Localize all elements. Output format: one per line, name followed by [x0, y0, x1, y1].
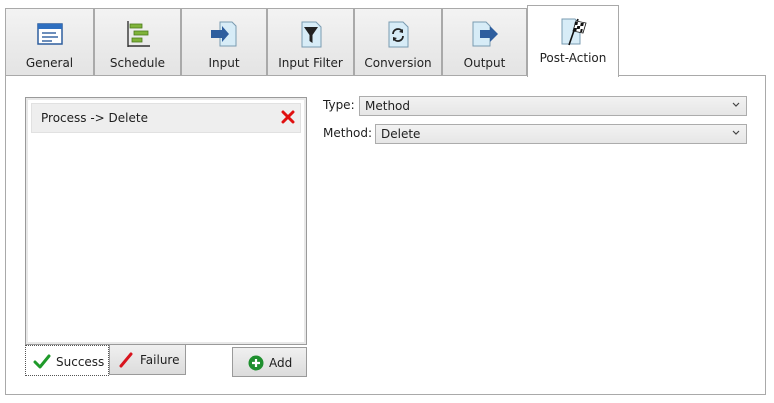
tab-label: Conversion [364, 56, 432, 70]
tab-label: Output [463, 56, 506, 70]
type-label: Type: [323, 98, 355, 112]
success-button[interactable]: Success [25, 345, 109, 376]
type-dropdown[interactable]: Method [359, 96, 747, 116]
success-label: Success [56, 355, 105, 369]
failure-button[interactable]: Failure [109, 344, 186, 375]
method-dropdown[interactable]: Delete [375, 124, 747, 144]
post-action-list[interactable]: Process -> Delete [25, 97, 307, 345]
tab-label: General [25, 56, 74, 70]
tab-label: Schedule [109, 56, 166, 70]
conversion-refresh-icon [388, 21, 409, 48]
type-value: Method [365, 99, 411, 113]
checkered-flag-icon [561, 18, 587, 46]
tab-post-action[interactable]: Post-Action [527, 5, 619, 77]
list-item[interactable]: Process -> Delete [31, 103, 301, 133]
general-window-icon [36, 23, 63, 45]
filter-funnel-icon [301, 21, 321, 48]
add-button[interactable]: Add [232, 347, 307, 377]
plus-circle-icon [248, 355, 264, 371]
tab-conversion[interactable]: Conversion [354, 8, 442, 77]
list-item-label: Process -> Delete [41, 111, 148, 125]
failure-label: Failure [140, 353, 180, 367]
tab-general[interactable]: General [5, 8, 94, 77]
output-arrow-icon [472, 21, 498, 47]
tab-label: Input [208, 56, 240, 70]
tab-strip: General Schedule Input Input Filter Conv… [5, 5, 769, 77]
schedule-gantt-icon [126, 21, 150, 47]
checkmark-icon [33, 354, 51, 369]
method-value: Delete [381, 127, 421, 141]
tab-output[interactable]: Output [442, 8, 527, 77]
chevron-down-icon [732, 102, 740, 107]
tab-input-filter[interactable]: Input Filter [267, 8, 354, 77]
tab-input[interactable]: Input [181, 8, 267, 77]
slash-icon [119, 352, 133, 368]
delete-x-icon[interactable] [281, 110, 295, 124]
input-arrow-icon [211, 21, 237, 47]
add-label: Add [269, 356, 293, 370]
tab-label: Input Filter [278, 56, 343, 70]
tab-label: Post-Action [539, 51, 607, 65]
tab-schedule[interactable]: Schedule [94, 8, 181, 77]
chevron-down-icon [732, 130, 740, 135]
method-label: Method: [323, 126, 373, 140]
